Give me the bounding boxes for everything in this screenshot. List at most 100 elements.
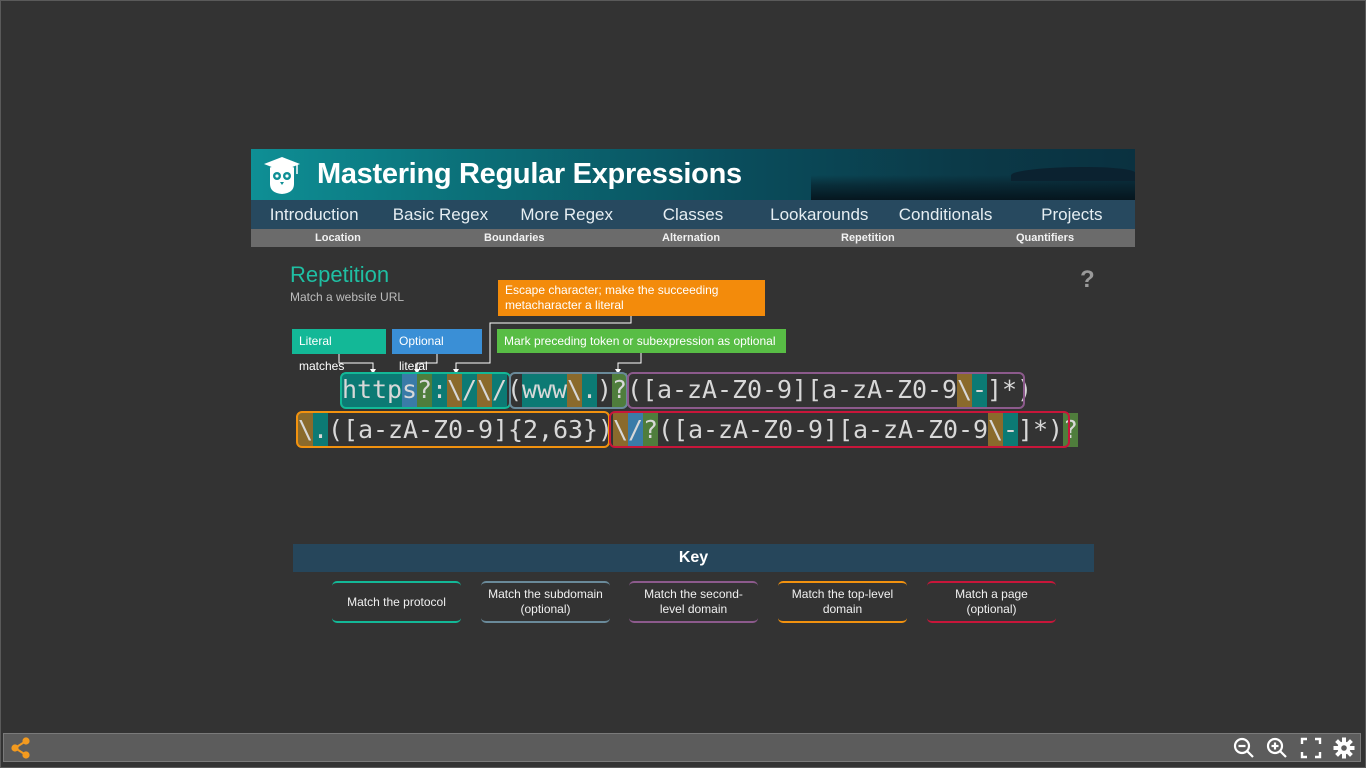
- regex-token: t: [372, 373, 387, 407]
- regex-token: ?: [612, 373, 627, 407]
- regex-token: a: [688, 415, 704, 444]
- regex-token: ?: [643, 413, 658, 447]
- regex-token: ): [598, 415, 614, 444]
- regex-line-1: https?:\/\/(www\.)?([a-zA-Z0-9][a-zA-Z0-…: [342, 373, 1032, 407]
- regex-token: -: [672, 375, 688, 404]
- regex-token: (: [328, 415, 344, 444]
- regex-token: -: [793, 415, 809, 444]
- regex-token: 9: [973, 415, 989, 444]
- regex-token: -: [958, 415, 974, 444]
- regex-token: -: [972, 373, 987, 407]
- regex-token: -: [703, 415, 719, 444]
- regex-token: \: [298, 413, 313, 447]
- regex-token: /: [462, 373, 477, 407]
- zoom-out-icon[interactable]: [1233, 737, 1255, 759]
- regex-token: z: [388, 415, 404, 444]
- regex-token: A: [898, 415, 914, 444]
- regex-token: z: [852, 375, 868, 404]
- regex-token: ]: [493, 415, 509, 444]
- regex-token: Z: [928, 415, 944, 444]
- regex-token: -: [418, 415, 434, 444]
- regex-token: -: [463, 415, 479, 444]
- regex-token: a: [822, 375, 838, 404]
- regex-token: ): [1048, 415, 1064, 444]
- regex-token: /: [492, 373, 507, 407]
- regex-token: w: [522, 373, 537, 407]
- regex-token: [: [673, 415, 689, 444]
- regex-token: *: [1033, 415, 1049, 444]
- regex-token: /: [628, 413, 643, 447]
- regex-token: 0: [747, 375, 763, 404]
- regex-token: (: [658, 415, 674, 444]
- regex-token: 9: [942, 375, 958, 404]
- regex-token: \: [613, 413, 628, 447]
- regex-token: \: [957, 373, 972, 407]
- regex-token: A: [733, 415, 749, 444]
- regex-token: -: [927, 375, 943, 404]
- regex-token: \: [447, 373, 462, 407]
- regex-token: -: [882, 375, 898, 404]
- regex-token: (: [507, 375, 523, 404]
- regex-token: 0: [943, 415, 959, 444]
- regex-token: (: [627, 375, 643, 404]
- regex-token: ]: [1018, 415, 1034, 444]
- regex-token: [: [807, 375, 823, 404]
- regex-token: w: [552, 373, 567, 407]
- regex-token: z: [687, 375, 703, 404]
- regex-token: {: [508, 415, 524, 444]
- key-item-subdomain: Match the subdomain (optional): [481, 581, 610, 623]
- zoom-in-icon[interactable]: [1266, 737, 1288, 759]
- regex-token: ]: [823, 415, 839, 444]
- regex-token: 3: [568, 415, 584, 444]
- regex-token: z: [718, 415, 734, 444]
- regex-token: -: [373, 415, 389, 444]
- regex-token: ): [597, 375, 613, 404]
- bottom-toolbar: [3, 733, 1361, 762]
- regex-token: ?: [1063, 413, 1078, 447]
- regex-token: a: [358, 415, 374, 444]
- regex-token: ): [1017, 375, 1033, 404]
- regex-token: .: [313, 413, 328, 447]
- regex-token: h: [342, 373, 357, 407]
- regex-token: -: [913, 415, 929, 444]
- regex-token: -: [717, 375, 733, 404]
- regex-token: A: [867, 375, 883, 404]
- settings-gear-icon[interactable]: [1333, 737, 1355, 759]
- regex-token: \: [567, 373, 582, 407]
- regex-token: }: [583, 415, 599, 444]
- regex-token: 6: [553, 415, 569, 444]
- regex-token: \: [988, 413, 1003, 447]
- regex-token: -: [1003, 413, 1018, 447]
- fullscreen-icon[interactable]: [1300, 737, 1322, 759]
- key-item-page: Match a page (optional): [927, 581, 1056, 623]
- regex-token: -: [748, 415, 764, 444]
- key-item-second-level-domain: Match the second-level domain: [629, 581, 758, 623]
- regex-token: p: [387, 373, 402, 407]
- regex-token: t: [357, 373, 372, 407]
- regex-token: 9: [478, 415, 494, 444]
- regex-token: ?: [417, 373, 432, 407]
- regex-token: A: [403, 415, 419, 444]
- regex-token: -: [868, 415, 884, 444]
- regex-token: Z: [897, 375, 913, 404]
- regex-line-2: \.([a-zA-Z0-9]{2,63})\/?([a-zA-Z0-9][a-z…: [298, 413, 1078, 447]
- regex-token: :: [432, 373, 447, 407]
- regex-token: [: [343, 415, 359, 444]
- share-icon[interactable]: [10, 737, 32, 759]
- regex-token: 0: [448, 415, 464, 444]
- regex-token: [: [642, 375, 658, 404]
- regex-token: -: [837, 375, 853, 404]
- regex-token: *: [1002, 375, 1018, 404]
- regex-token: w: [537, 373, 552, 407]
- regex-token: [: [838, 415, 854, 444]
- regex-token: ]: [987, 375, 1003, 404]
- regex-token: Z: [763, 415, 779, 444]
- regex-token: .: [582, 373, 597, 407]
- regex-token: A: [702, 375, 718, 404]
- regex-token: \: [477, 373, 492, 407]
- regex-token: Z: [433, 415, 449, 444]
- key-item-protocol: Match the protocol: [332, 581, 461, 623]
- regex-token: 0: [778, 415, 794, 444]
- regex-token: ,: [538, 415, 554, 444]
- regex-token: 2: [523, 415, 539, 444]
